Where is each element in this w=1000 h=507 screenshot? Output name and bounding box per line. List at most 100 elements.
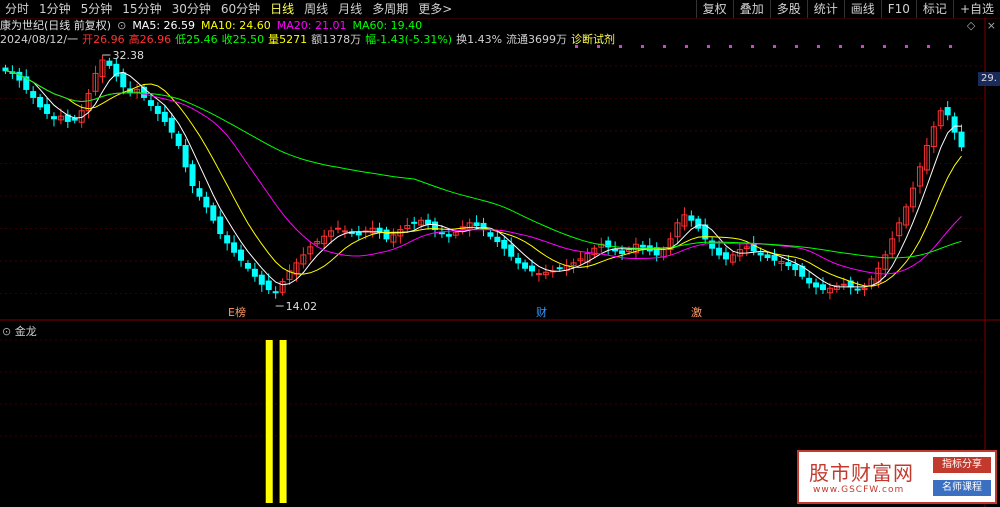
candle-body bbox=[147, 100, 154, 106]
candle-body bbox=[224, 235, 231, 244]
signal-dot bbox=[685, 45, 688, 48]
candle-body bbox=[944, 107, 951, 116]
candle-body bbox=[813, 282, 820, 288]
indicator-bar-1 bbox=[279, 340, 287, 503]
candle-body bbox=[231, 242, 238, 253]
candle-body bbox=[238, 249, 245, 261]
candle-body bbox=[528, 265, 535, 272]
candle-body bbox=[120, 72, 127, 88]
signal-dot bbox=[927, 45, 930, 48]
signal-dot bbox=[641, 45, 644, 48]
candle-body bbox=[494, 236, 501, 243]
candle-body bbox=[556, 267, 563, 270]
candle-body bbox=[16, 71, 23, 81]
candle-body bbox=[44, 104, 51, 114]
candle-body bbox=[535, 273, 542, 276]
candle-body bbox=[688, 215, 695, 221]
signal-dot bbox=[597, 45, 600, 48]
candle-body bbox=[619, 250, 626, 255]
current-price-tag: 29. bbox=[978, 72, 1000, 86]
candle-body bbox=[217, 216, 224, 235]
indicator-bar-0 bbox=[265, 340, 273, 503]
candle-body bbox=[958, 131, 965, 148]
signal-dot bbox=[839, 45, 842, 48]
candle-body bbox=[792, 264, 799, 271]
candle-body bbox=[50, 116, 57, 120]
candle-body bbox=[383, 229, 390, 240]
candle-body bbox=[341, 230, 348, 233]
candle-body bbox=[71, 117, 78, 121]
candle-body bbox=[196, 188, 203, 197]
candle-body bbox=[272, 291, 279, 294]
candle-body bbox=[355, 231, 362, 236]
candle-body bbox=[695, 218, 702, 229]
signal-dot bbox=[861, 45, 864, 48]
candle-body bbox=[335, 227, 342, 230]
signal-dot bbox=[949, 45, 952, 48]
badge-indicator-share[interactable]: 指标分享 bbox=[933, 457, 991, 473]
signal-dot bbox=[729, 45, 732, 48]
candle-body bbox=[30, 91, 37, 98]
candle-body bbox=[854, 288, 861, 291]
event-mark-1: E榜 bbox=[228, 305, 246, 319]
badge-courses[interactable]: 名师课程 bbox=[933, 480, 991, 496]
candle-body bbox=[522, 262, 529, 269]
indicator-label: ⊙ 金龙 bbox=[2, 323, 37, 339]
candle-body bbox=[425, 219, 432, 225]
candle-body bbox=[473, 222, 480, 227]
event-mark-2: 财 bbox=[536, 305, 547, 319]
candle-body bbox=[764, 254, 771, 259]
candle-body bbox=[501, 239, 508, 249]
candle-body bbox=[785, 262, 792, 267]
candle-body bbox=[806, 277, 813, 284]
event-mark-3: 激 bbox=[691, 305, 702, 319]
indicator-settings-icon[interactable]: ⊙ bbox=[2, 325, 11, 338]
candle-body bbox=[210, 205, 217, 221]
low-label: 14.02 bbox=[286, 300, 318, 313]
candle-body bbox=[37, 96, 44, 108]
candle-body bbox=[438, 232, 445, 235]
candle-body bbox=[154, 106, 161, 114]
signal-dot bbox=[707, 45, 710, 48]
candle-body bbox=[951, 116, 958, 133]
watermark: 股市财富网 www.GSCFW.com 指标分享 名师课程 bbox=[797, 450, 997, 504]
candle-body bbox=[258, 274, 265, 285]
candle-body bbox=[757, 252, 764, 256]
candle-body bbox=[189, 164, 196, 187]
candle-body bbox=[411, 221, 418, 224]
candle-body bbox=[819, 284, 826, 291]
candle-body bbox=[203, 196, 210, 208]
candle-body bbox=[716, 247, 723, 256]
candle-body bbox=[106, 60, 113, 66]
signal-dot bbox=[751, 45, 754, 48]
candle-body bbox=[487, 232, 494, 237]
candle-body bbox=[445, 234, 452, 237]
signal-dot bbox=[795, 45, 798, 48]
indicator-name: 金龙 bbox=[14, 325, 37, 338]
signal-dot bbox=[619, 45, 622, 48]
candle-body bbox=[265, 280, 272, 291]
signal-dot bbox=[905, 45, 908, 48]
kline-chart[interactable]: 32.38 14.02 E榜 财 激 bbox=[0, 0, 1000, 507]
signal-dot bbox=[817, 45, 820, 48]
watermark-title: 股市财富网 bbox=[809, 461, 914, 485]
watermark-url: www.GSCFW.com bbox=[813, 485, 905, 495]
candle-body bbox=[515, 257, 522, 264]
signal-dot bbox=[575, 45, 578, 48]
candle-body bbox=[639, 244, 646, 248]
candle-body bbox=[771, 254, 778, 261]
candle-body bbox=[508, 244, 515, 257]
candle-body bbox=[840, 283, 847, 286]
candle-body bbox=[722, 252, 729, 260]
candle-body bbox=[244, 262, 251, 269]
high-label: 32.38 bbox=[112, 49, 144, 62]
candle-body bbox=[168, 117, 175, 133]
candle-body bbox=[2, 67, 9, 72]
signal-dot bbox=[773, 45, 776, 48]
candle-body bbox=[175, 133, 182, 146]
candle-body bbox=[161, 111, 168, 122]
signal-dot bbox=[663, 45, 666, 48]
signal-dot bbox=[883, 45, 886, 48]
candle-body bbox=[251, 268, 258, 277]
candle-body bbox=[182, 144, 189, 168]
